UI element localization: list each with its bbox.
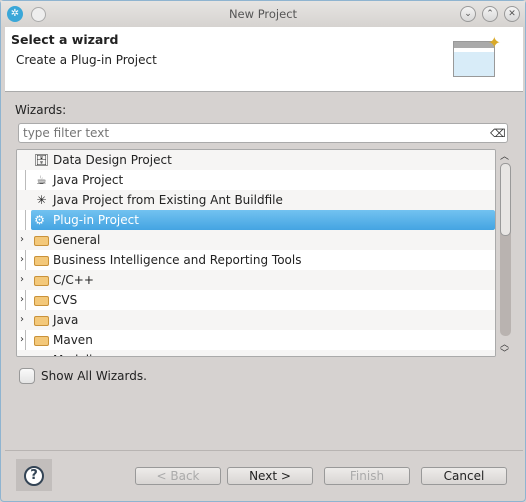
divider: [5, 450, 523, 451]
wizard-header: Select a wizard Create a Plug-in Project…: [5, 27, 523, 92]
expand-icon[interactable]: ›: [20, 290, 24, 310]
page-title: Select a wizard: [11, 32, 119, 47]
tree-item[interactable]: ⚙ Plug-in Project: [31, 210, 495, 230]
help-button[interactable]: ?: [16, 459, 52, 491]
page-subtitle: Create a Plug-in Project: [16, 53, 157, 67]
plugin-project-icon: ⚙: [34, 213, 45, 227]
tree-item-label: Java: [53, 313, 79, 327]
expand-icon[interactable]: ›: [20, 350, 24, 356]
expand-icon[interactable]: ›: [20, 270, 24, 290]
scroll-down-icon[interactable]: ﹀: [500, 346, 509, 359]
tree-item-label: CVS: [53, 293, 78, 307]
back-button[interactable]: < Back: [135, 467, 221, 485]
expand-icon[interactable]: ›: [20, 330, 24, 350]
clear-filter-icon[interactable]: ⌫: [490, 127, 506, 140]
expand-icon[interactable]: ›: [20, 250, 24, 270]
expand-icon[interactable]: ›: [20, 310, 24, 330]
minimize-button[interactable]: ⌄: [460, 6, 476, 22]
tree-item[interactable]: ☕ Java Project: [17, 170, 495, 190]
tree-item-label: Maven: [53, 333, 93, 347]
wizard-tree: 🗄 Data Design Project ☕ Java Project ✳ Java P…: [16, 149, 496, 357]
folder-icon: [34, 336, 49, 346]
sparkle-icon: ✦: [487, 33, 501, 52]
tree-scrollbar[interactable]: ︿ ︿ ﹀: [498, 149, 513, 359]
window-title: New Project: [228, 7, 298, 21]
folder-icon: [34, 256, 49, 266]
tree-item[interactable]: ✳ Java Project from Existing Ant Buildfil…: [17, 190, 495, 210]
tree-item-label: Plug-in Project: [53, 213, 139, 227]
title-bar[interactable]: ✲ New Project ⌄ ⌃ ✕: [1, 1, 525, 27]
folder-icon: [34, 276, 49, 286]
tree-item[interactable]: 🗄 Data Design Project: [17, 150, 495, 170]
dialog-window: ✲ New Project ⌄ ⌃ ✕ Select a wizard Crea…: [0, 0, 526, 502]
tree-item-label: Business Intelligence and Reporting Tool…: [53, 253, 302, 267]
tree-item[interactable]: › General: [17, 230, 495, 250]
filter-input[interactable]: [18, 123, 508, 143]
help-icon: ?: [24, 465, 44, 486]
scroll-thumb[interactable]: [500, 163, 511, 236]
tree-item-label: C/C++: [53, 273, 94, 287]
wizards-label: Wizards:: [15, 103, 67, 117]
next-button[interactable]: Next >: [227, 467, 313, 485]
tree-item[interactable]: › Modeling: [17, 350, 495, 357]
finish-button[interactable]: Finish: [324, 467, 410, 485]
tree-item[interactable]: › Maven: [17, 330, 495, 350]
data-design-icon: 🗄: [34, 153, 50, 167]
maximize-button[interactable]: ⌃: [482, 6, 498, 22]
expand-icon[interactable]: ›: [20, 230, 24, 250]
tree-item[interactable]: › C/C++: [17, 270, 495, 290]
tree-item[interactable]: › CVS: [17, 290, 495, 310]
ant-icon: ✳: [36, 193, 47, 207]
tree-item-label: Modeling: [53, 350, 108, 356]
show-all-checkbox[interactable]: [19, 368, 35, 384]
tree-item[interactable]: › Java: [17, 310, 495, 330]
close-button[interactable]: ✕: [504, 6, 520, 22]
folder-icon: [34, 316, 49, 326]
tree-item-label: Java Project from Existing Ant Buildfile: [53, 193, 283, 207]
java-project-icon: ☕: [36, 173, 47, 187]
folder-icon: [34, 296, 49, 306]
tree-item-label: Data Design Project: [53, 153, 172, 167]
tree-item[interactable]: › Business Intelligence and Reporting Too…: [17, 250, 495, 270]
tree-item-label: General: [53, 233, 101, 247]
tree-item-label: Java Project: [53, 173, 124, 187]
folder-icon: [34, 356, 49, 357]
cancel-button[interactable]: Cancel: [421, 467, 507, 485]
folder-icon: [34, 236, 49, 246]
show-all-label[interactable]: Show All Wizards.: [41, 369, 147, 383]
scroll-up-icon[interactable]: ︿: [500, 149, 509, 162]
